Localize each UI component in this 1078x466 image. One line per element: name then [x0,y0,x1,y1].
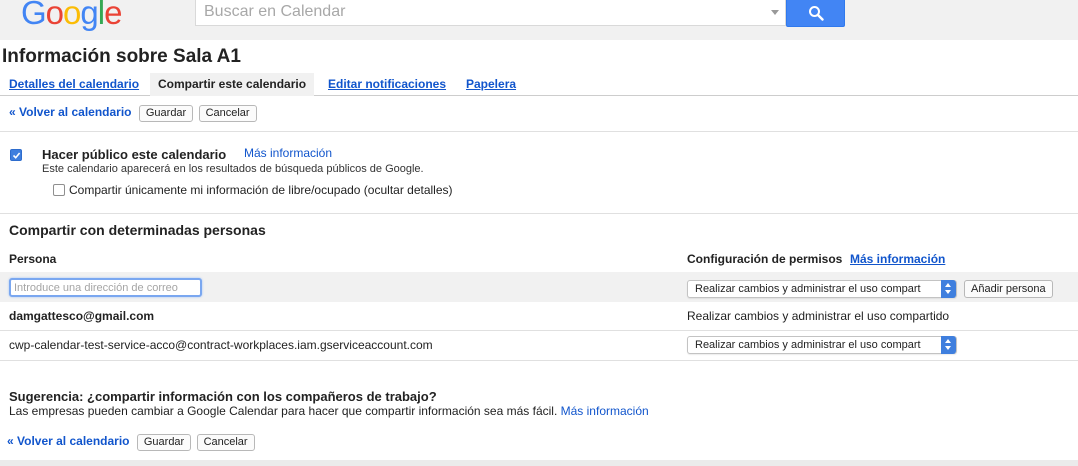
save-button[interactable]: Guardar [136,434,192,451]
tab-bar: Detalles del calendario Compartir este c… [0,73,1078,96]
cancel-button[interactable]: Cancelar [198,105,257,122]
bottom-toolbar: « Volver al calendario Guardar Cancelar [7,434,255,452]
divider [0,213,1078,214]
new-permission-select[interactable]: Realizar cambios y administrar el uso co… [687,280,957,298]
logo-letter: G [21,0,47,31]
divider [0,131,1078,132]
select-arrows-icon [941,280,956,298]
logo-letter: o [45,0,64,31]
search-dropdown-icon[interactable] [771,10,779,15]
tab-share-calendar[interactable]: Compartir este calendario [150,73,315,96]
cancel-button[interactable]: Cancelar [196,434,255,451]
share-heading: Compartir con determinadas personas [9,222,266,238]
table-row-person: cwp-calendar-test-service-acco@contract-… [9,338,433,352]
logo-letter: o [63,0,81,31]
row-divider [0,360,1078,361]
back-to-calendar-link[interactable]: « Volver al calendario [7,434,130,448]
footer-bar [0,460,1078,466]
column-header-permissions: Configuración de permisos [687,252,843,266]
freebusy-only-checkbox[interactable] [53,184,65,196]
make-public-label: Hacer público este calendario [42,147,227,162]
search-icon [809,6,824,21]
make-public-checkbox[interactable] [10,149,22,161]
table-row-person: damgattesco@gmail.com [9,309,155,323]
logo-letter: e [104,0,122,31]
search-button[interactable] [786,0,845,27]
page-title: Información sobre Sala A1 [2,46,241,67]
search-input[interactable] [196,0,756,24]
select-value: Realizar cambios y administrar el uso co… [695,339,921,351]
select-value: Realizar cambios y administrar el uso co… [695,283,921,295]
tab-trash[interactable]: Papelera [466,73,516,96]
freebusy-only-label: Compartir únicamente mi información de l… [69,183,453,197]
check-icon [12,152,21,159]
public-description: Este calendario aparecerá en los resulta… [42,163,424,175]
add-person-button[interactable]: Añadir persona [964,280,1053,298]
tab-calendar-details[interactable]: Detalles del calendario [9,73,139,96]
select-arrows-icon [941,336,956,354]
top-toolbar: « Volver al calendario Guardar Cancelar [9,105,257,123]
logo-letter: g [80,0,98,31]
back-to-calendar-link[interactable]: « Volver al calendario [9,105,132,119]
row-divider [0,330,1078,331]
save-button[interactable]: Guardar [138,105,194,122]
table-row-permission: Realizar cambios y administrar el uso co… [687,309,950,323]
tip-heading: Sugerencia: ¿compartir información con l… [9,389,437,404]
tip-text-line: Las empresas pueden cambiar a Google Cal… [9,404,649,418]
public-more-info-link[interactable]: Más información [244,146,332,160]
google-logo[interactable]: Google [21,0,122,32]
tab-edit-notifications[interactable]: Editar notificaciones [328,73,446,96]
email-input[interactable] [9,278,202,297]
search-box [195,0,786,26]
tip-more-info-link[interactable]: Más información [561,404,649,418]
top-header: Google [0,0,1078,40]
tip-text: Las empresas pueden cambiar a Google Cal… [9,404,558,418]
permissions-more-info-link[interactable]: Más información [850,252,945,266]
row-permission-select[interactable]: Realizar cambios y administrar el uso co… [687,336,957,354]
column-header-person: Persona [9,252,57,266]
